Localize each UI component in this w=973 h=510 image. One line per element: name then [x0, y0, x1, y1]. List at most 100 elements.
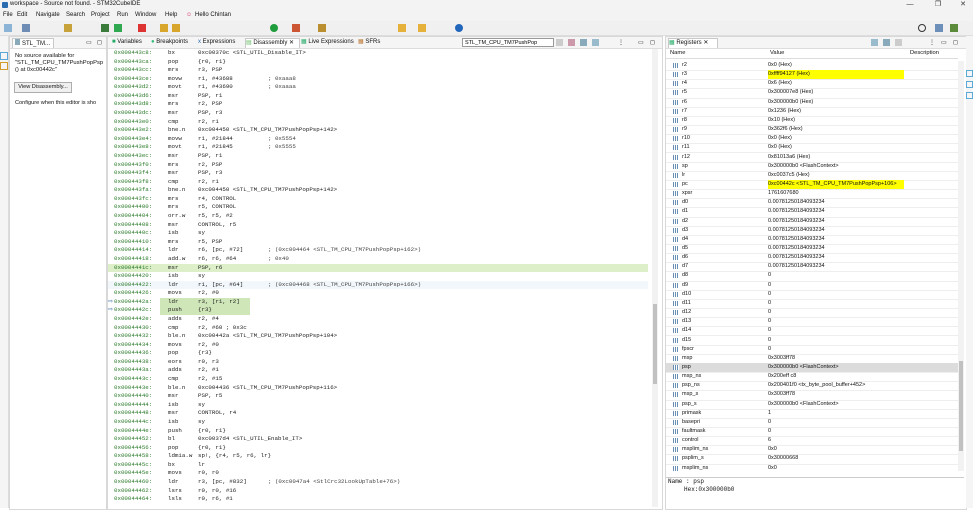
sync-icon[interactable] [580, 39, 587, 46]
refresh-icon[interactable] [568, 39, 575, 46]
filter-icon[interactable] [895, 39, 902, 46]
scrollbar-thumb[interactable] [653, 304, 657, 384]
vertical-scrollbar[interactable] [652, 49, 658, 507]
view-menu-icon[interactable]: ⋮ [618, 39, 624, 46]
register-value[interactable]: 0x200401f0 <tx_byte_pool_buffer+452> [768, 381, 865, 390]
register-value[interactable]: 0 [768, 336, 771, 345]
maximize-button[interactable]: ❐ [928, 0, 948, 10]
registers-scrollbar[interactable] [958, 61, 964, 471]
register-value[interactable]: 0x300000b0 <FlashContext> [768, 363, 839, 372]
disassembly-line[interactable]: 0x0004443e: ble.n 0xc004436 <STL_TM_CPU_TM… [108, 384, 648, 393]
registers-minimize-icon[interactable]: ▭ [941, 39, 947, 46]
column-description[interactable]: Description [910, 50, 939, 56]
disassembly-line[interactable]: 0x000443fa: bne.n 0xc004450 <STL_TM_CPU_TM… [108, 186, 648, 195]
disassembly-line[interactable]: 0x00044418: add.w r6, r6, #64 ; 0x40 [108, 255, 648, 264]
disassembly-line[interactable]: 0x00044444: isb sy [108, 401, 648, 410]
back-icon[interactable] [398, 24, 406, 32]
search-icon[interactable] [918, 24, 926, 32]
register-value[interactable]: 6 [768, 436, 771, 445]
disassembly-line[interactable]: 0x0004440c: isb sy [108, 229, 648, 238]
disassembly-line[interactable]: 0x00044464: lsls r0, r6, #1 [108, 495, 648, 504]
disassembly-line[interactable]: 0x00044456: pop {r0, r1} [108, 444, 648, 453]
disassembly-line[interactable]: 0x00044460: ldr r3, [pc, #832] ; (0xc0047a4… [108, 478, 648, 487]
register-value[interactable]: 0 [768, 290, 771, 299]
disassembly-line[interactable]: 0x000443d2: movt r1, #43690 ; 0xaaaa [108, 83, 648, 92]
link-icon[interactable] [556, 39, 563, 46]
disassembly-line[interactable]: 0x000443c8: bx 0xc00370c <STL_UTIL_Disable… [108, 49, 648, 58]
close-button[interactable]: ✕ [953, 0, 973, 10]
new-icon[interactable] [4, 24, 12, 32]
register-value[interactable]: 0.00781250184093234 [768, 244, 825, 253]
menu-search[interactable]: Search [66, 12, 85, 18]
register-value[interactable]: 0.00781250184093234 [768, 207, 825, 216]
disassembly-line[interactable]: 0x000443f4: msr PSP, r3 [108, 169, 648, 178]
disassembly-line[interactable]: 0x0004444c: isb sy [108, 418, 648, 427]
register-value[interactable]: 0x362f6 (Hex) [768, 125, 803, 134]
tab-registers[interactable]: ▦ Registers ✕ [668, 38, 718, 48]
step-over-icon[interactable] [172, 24, 180, 32]
register-value[interactable]: 0 [768, 345, 771, 354]
terminate-icon[interactable] [138, 24, 146, 32]
disassembly-line[interactable]: 0x00044410: mrs r5, PSP [108, 238, 648, 247]
register-value[interactable]: 0x0 (Hex) [768, 61, 792, 70]
register-value[interactable]: 0 [768, 271, 771, 280]
editor-minimize-icon[interactable]: ▭ [86, 39, 92, 46]
disassembly-line[interactable]: 0x0004445c: bx lr [108, 461, 648, 470]
register-value[interactable]: 0.00781250184093234 [768, 226, 825, 235]
disassembly-line[interactable]: 0x00044420: isb sy [108, 272, 648, 281]
disassembly-line[interactable]: 0x000443cc: mrs r3, PSP [108, 66, 648, 75]
collapse-icon[interactable] [871, 39, 878, 46]
disassembly-listing[interactable]: 0x000443c8: bx 0xc00370c <STL_UTIL_Disable… [108, 49, 648, 507]
search-toolbar-icon[interactable] [318, 24, 326, 32]
tab-expressions[interactable]: x Expressions [198, 38, 235, 47]
disassembly-line[interactable]: 0x0004443a: adds r2, #1 [108, 366, 648, 375]
tab-live-expressions[interactable]: ▦ Live Expressions [301, 38, 354, 47]
registers-table[interactable]: r2 0x0 (Hex) r3 0xffff94127 (Hex) r4 0x6 (Hex… [666, 61, 958, 473]
address-input[interactable] [462, 38, 554, 47]
register-value[interactable]: 0xc00442c <STL_TM_CPU_TM7PushPopPsp+106> [768, 179, 904, 190]
resume-icon[interactable] [114, 24, 122, 32]
show-source-icon[interactable] [592, 39, 599, 46]
disassembly-line[interactable]: 0x00044462: lsrs r0, r0, #16 [108, 487, 648, 496]
disassembly-line[interactable]: 0x00044436: pop {r3} [108, 349, 648, 358]
menu-edit[interactable]: Edit [17, 12, 27, 18]
register-value[interactable]: 0x81013a6 (Hex) [768, 153, 810, 162]
disassembly-line[interactable]: 0x000443d6: msr PSP, r1 [108, 92, 648, 101]
forward-icon[interactable] [418, 24, 426, 32]
disassembly-line[interactable]: 0x000443ca: pop {r0, r1} [108, 58, 648, 67]
register-value[interactable]: 0 [768, 418, 771, 427]
disassembly-minimize-icon[interactable]: ▭ [638, 39, 644, 46]
disassembly-line[interactable]: 0x0004445e: movs r0, r0 [108, 469, 648, 478]
disassembly-line[interactable]: 0x00044432: ble.n 0xc00442a <STL_TM_CPU_TM… [108, 332, 648, 341]
menu-project[interactable]: Project [91, 12, 110, 18]
outline-view-icon[interactable] [966, 70, 973, 77]
disassembly-line[interactable]: 0x00044458: ldmia.w sp!, {r4, r5, r6, lr} [108, 452, 648, 461]
debug-perspective-icon[interactable] [950, 24, 958, 32]
disassembly-line[interactable]: 0x000443ec: msr PSP, r1 [108, 152, 648, 161]
disassembly-line[interactable]: 0x00044408: msr CONTROL, r5 [108, 221, 648, 230]
disassembly-line[interactable]: 0x000443f8: cmp r2, r1 [108, 178, 648, 187]
disassembly-line[interactable]: ⇨ 0x0004442a: ldr r3, [r1, r2] [108, 297, 648, 307]
column-name[interactable]: Name [670, 50, 685, 56]
perspective-icon[interactable] [935, 24, 943, 32]
disassembly-line[interactable]: 0x0004444e: push {r0, r1} [108, 427, 648, 436]
registers-maximize-icon[interactable]: ◻ [953, 39, 958, 46]
register-value[interactable]: 0xc0037c5 (Hex) [768, 171, 810, 180]
register-value[interactable]: 0x300000b0 <FlashContext> [768, 162, 839, 171]
menu-file[interactable]: File [3, 12, 13, 18]
registers-view-menu-icon[interactable]: ⋮ [929, 39, 935, 46]
register-value[interactable]: 0xffff94127 (Hex) [768, 70, 904, 80]
build-analyzer-icon[interactable] [966, 81, 973, 88]
register-value[interactable]: 0x0 (Hex) [768, 143, 792, 152]
disassembly-line[interactable]: 0x000443e2: bne.n 0xc004450 <STL_TM_CPU_TM… [108, 126, 648, 135]
register-value[interactable]: 0x300000b0 <FlashContext> [768, 400, 839, 409]
registers-scrollbar-thumb[interactable] [959, 361, 963, 451]
tab-breakpoints[interactable]: ● Breakpoints [151, 38, 188, 47]
disassembly-line[interactable]: 0x00044430: cmp r2, #60 ; 0x3c [108, 324, 648, 333]
register-value[interactable]: 0x3003ff78 [768, 354, 795, 363]
disassembly-line[interactable]: 0x0004441c: msr PSP, r6 [108, 263, 648, 273]
column-value[interactable]: Value [770, 50, 784, 56]
register-value[interactable]: 0.00781250184093234 [768, 217, 825, 226]
disassembly-line[interactable]: 0x000443d8: mrs r2, PSP [108, 100, 648, 109]
disassembly-line[interactable]: 0x00044448: msr CONTROL, r4 [108, 409, 648, 418]
